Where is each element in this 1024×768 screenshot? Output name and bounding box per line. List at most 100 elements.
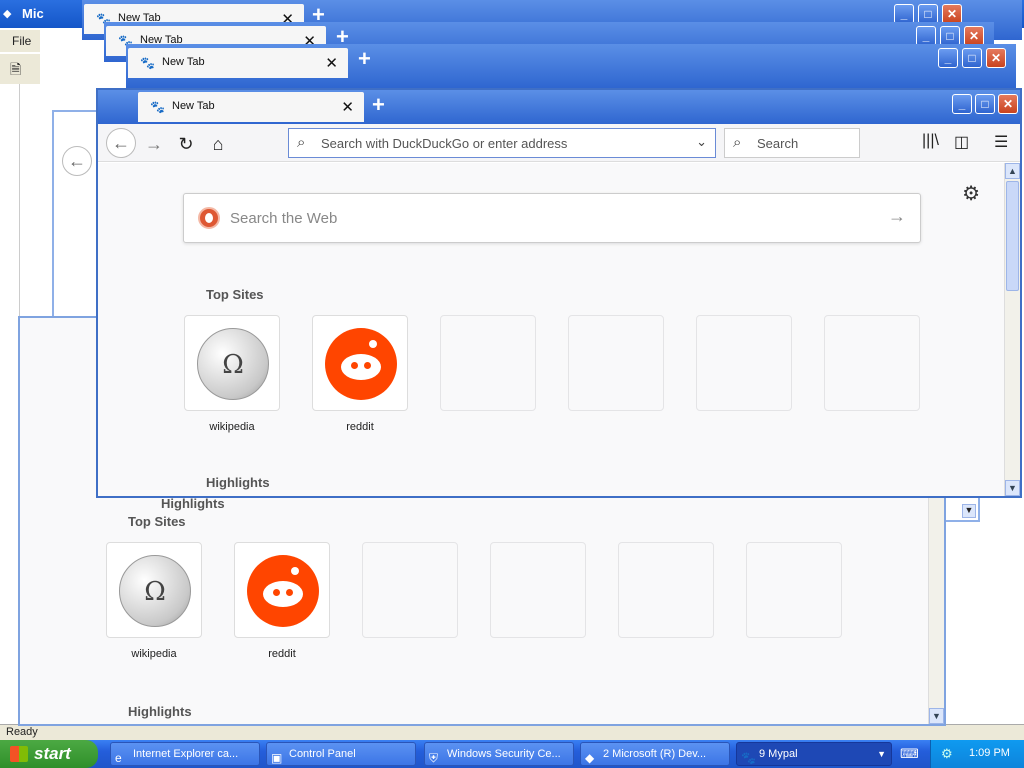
task-label: Control Panel xyxy=(289,748,356,760)
scroll-down-icon[interactable]: ▼ xyxy=(962,504,976,518)
system-tray: ⚙ 1:09 PM xyxy=(930,740,1024,768)
tile-wikipedia[interactable]: Ω xyxy=(184,315,280,411)
library-icon[interactable]: |||\ xyxy=(922,132,939,150)
tile-label-wikipedia: wikipedia xyxy=(131,648,177,660)
highlights-title: Highlights xyxy=(206,475,270,490)
taskbar-item-dev[interactable]: ◆ 2 Microsoft (R) Dev... xyxy=(580,742,730,766)
clock[interactable]: 1:09 PM xyxy=(969,747,1010,759)
close-icon[interactable]: ✕ xyxy=(998,94,1018,114)
close-tab-icon[interactable]: ✕ xyxy=(325,54,338,72)
ie-icon: e xyxy=(115,751,122,765)
home-icon[interactable]: ⌂ xyxy=(204,130,232,158)
ie-statusbar: Ready xyxy=(0,724,1024,740)
tile-empty[interactable] xyxy=(824,315,920,411)
taskbar-item-control-panel[interactable]: ▣ Control Panel xyxy=(266,742,416,766)
chevron-down-icon[interactable]: ⌄ xyxy=(696,134,707,150)
ie-toolbar: 🗎 xyxy=(0,54,40,84)
menu-file[interactable]: File xyxy=(12,34,31,48)
minimize-icon[interactable]: _ xyxy=(938,48,958,68)
new-tab-icon[interactable]: + xyxy=(372,92,385,118)
new-tab-page: ⚙ Search the Web → Top Sites Ω wikipedia… xyxy=(98,163,1004,496)
close-icon[interactable]: ✕ xyxy=(964,26,984,46)
tile-label-wikipedia: wikipedia xyxy=(209,421,255,433)
top-sites-title: Top Sites xyxy=(128,514,186,529)
back-icon[interactable]: ← xyxy=(106,128,136,158)
wikipedia-icon: Ω xyxy=(119,555,191,627)
web-search-box[interactable]: Search the Web → xyxy=(183,193,921,243)
close-icon[interactable]: ✕ xyxy=(942,4,962,24)
maximize-icon[interactable]: □ xyxy=(940,26,960,46)
task-label: Internet Explorer ca... xyxy=(133,748,239,760)
document-icon[interactable]: 🗎 xyxy=(10,59,21,83)
search-icon: ⌕ xyxy=(733,134,742,151)
tile-empty[interactable] xyxy=(696,315,792,411)
windows-logo-icon xyxy=(10,746,28,762)
tab-title: New Tab xyxy=(172,100,215,112)
chevron-down-icon: ▼ xyxy=(877,749,886,759)
ie-title: Mic xyxy=(22,6,44,21)
back-icon[interactable]: ← xyxy=(62,146,92,176)
gear-icon[interactable]: ⚙ xyxy=(962,181,980,206)
maximize-icon[interactable]: □ xyxy=(975,94,995,114)
scroll-up-icon[interactable]: ▲ xyxy=(1005,163,1020,179)
maximize-icon[interactable]: □ xyxy=(918,4,938,24)
url-bar[interactable]: ⌕ Search with DuckDuckGo or enter addres… xyxy=(288,128,716,158)
start-button[interactable]: start xyxy=(0,740,98,768)
dev-icon: ◆ xyxy=(585,751,595,765)
taskbar-item-ie[interactable]: e Internet Explorer ca... xyxy=(110,742,260,766)
task-label: Windows Security Ce... xyxy=(447,748,561,760)
navbar: ← → ↻ ⌂ ⌕ Search with DuckDuckGo or ente… xyxy=(98,124,1020,162)
maximize-icon[interactable]: □ xyxy=(962,48,982,68)
tile-empty[interactable] xyxy=(440,315,536,411)
highlights-title: Highlights xyxy=(161,496,225,511)
close-tab-icon[interactable]: ✕ xyxy=(341,98,354,116)
url-placeholder: Search with DuckDuckGo or enter address xyxy=(321,136,568,151)
keyboard-icon[interactable]: ⌨ xyxy=(900,746,919,762)
new-tab-icon[interactable]: + xyxy=(358,46,371,72)
tile-label-reddit: reddit xyxy=(346,421,374,433)
search-icon: ⌕ xyxy=(297,134,306,151)
network-icon[interactable]: ⚙ xyxy=(941,746,953,762)
minimize-icon[interactable]: _ xyxy=(894,4,914,24)
browser-window-active: 🐾 New Tab ✕ + _ □ ✕ ← → ↻ ⌂ ⌕ Search wit… xyxy=(96,88,1022,498)
taskbar-item-mypal[interactable]: 🐾 9 Mypal ▼ xyxy=(736,742,892,766)
tile-empty[interactable] xyxy=(490,542,586,638)
ie-menubar: File xyxy=(0,30,40,52)
tile-empty[interactable] xyxy=(362,542,458,638)
close-icon[interactable]: ✕ xyxy=(986,48,1006,68)
tile-empty[interactable] xyxy=(746,542,842,638)
shield-icon: ⛨ xyxy=(429,751,439,765)
sidebar-icon[interactable]: ◫ xyxy=(954,132,969,152)
tab[interactable]: 🐾 New Tab ✕ xyxy=(128,48,348,78)
tile-wikipedia[interactable]: Ω xyxy=(106,542,202,638)
tile-label-reddit: reddit xyxy=(268,648,296,660)
scroll-down-icon[interactable]: ▼ xyxy=(929,708,944,724)
ie-app-icon: ◆ xyxy=(3,8,12,20)
forward-icon[interactable]: → xyxy=(140,130,168,158)
search-placeholder: Search xyxy=(757,136,799,151)
web-search-placeholder: Search the Web xyxy=(230,210,338,227)
duckduckgo-icon xyxy=(198,207,220,229)
highlights-title: Highlights xyxy=(128,704,192,719)
tile-reddit[interactable] xyxy=(312,315,408,411)
search-bar[interactable]: ⌕ Search xyxy=(724,128,860,158)
taskbar-item-security[interactable]: ⛨ Windows Security Ce... xyxy=(424,742,574,766)
vertical-scrollbar[interactable]: ▲ ▼ xyxy=(1004,163,1020,496)
scroll-down-icon[interactable]: ▼ xyxy=(1005,480,1020,496)
top-sites-title: Top Sites xyxy=(206,287,264,302)
tile-reddit[interactable] xyxy=(234,542,330,638)
minimize-icon[interactable]: _ xyxy=(952,94,972,114)
arrow-right-icon[interactable]: → xyxy=(888,206,906,227)
mypal-icon: 🐾 xyxy=(150,100,165,114)
tab-active[interactable]: 🐾 New Tab ✕ xyxy=(138,92,364,122)
menu-icon[interactable]: ☰ xyxy=(994,132,1008,152)
reload-icon[interactable]: ↻ xyxy=(172,130,200,158)
tile-empty[interactable] xyxy=(568,315,664,411)
tile-empty[interactable] xyxy=(618,542,714,638)
browser-window-back-3: 🐾 New Tab ✕ + _ □ ✕ xyxy=(126,44,1016,94)
minimize-icon[interactable]: _ xyxy=(916,26,936,46)
scroll-thumb[interactable] xyxy=(1006,181,1019,291)
start-label: start xyxy=(34,744,71,763)
wikipedia-icon: Ω xyxy=(197,328,269,400)
status-text: Ready xyxy=(6,726,38,738)
